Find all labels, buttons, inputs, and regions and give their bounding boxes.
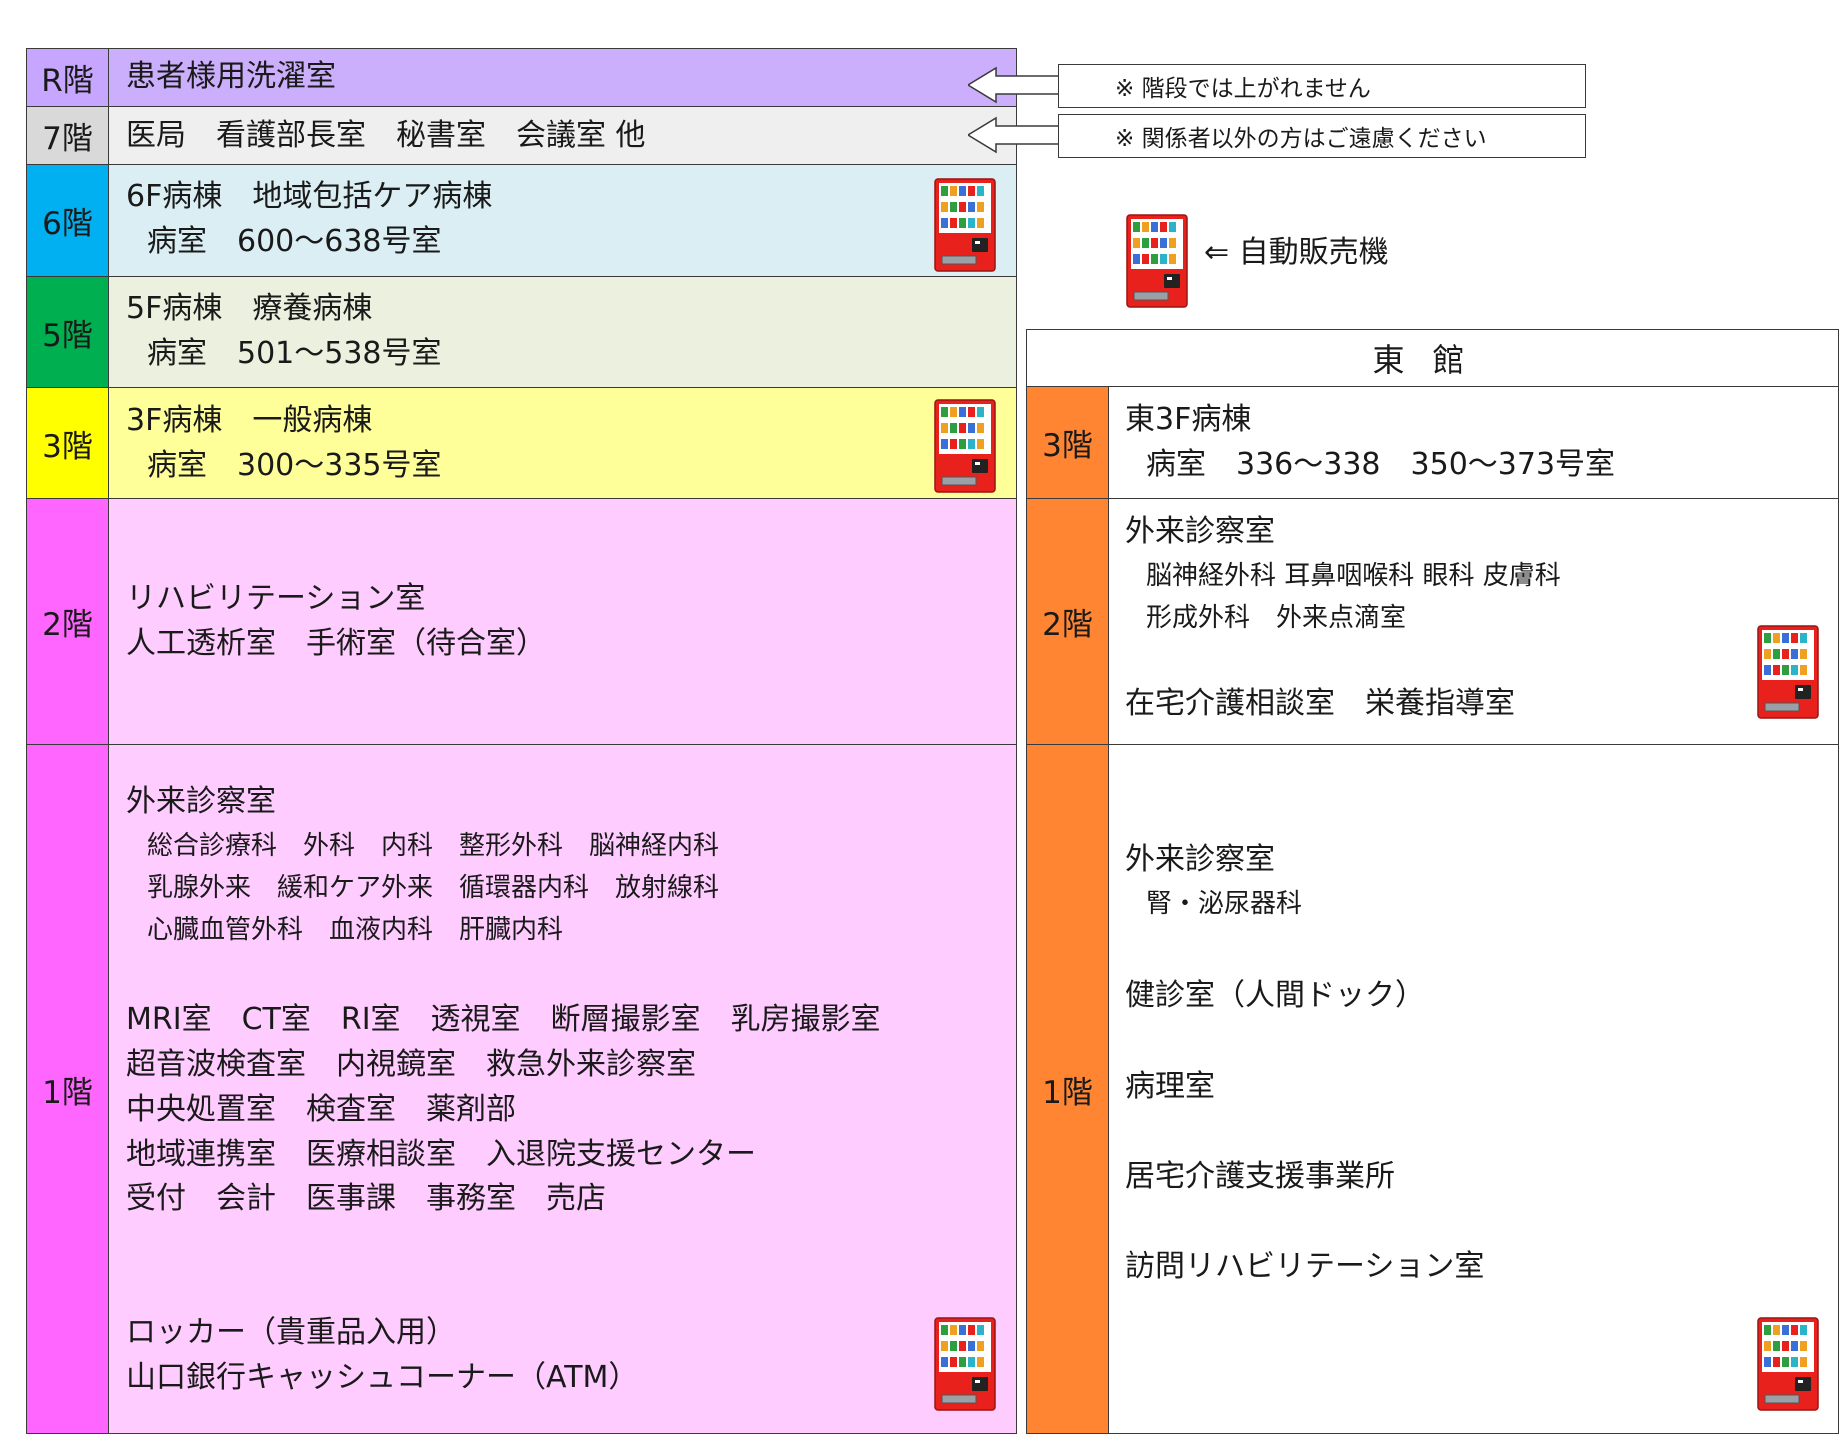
floor-label-1: 1階: [27, 745, 109, 1433]
room-text: 在宅介護相談室 栄養指導室: [1125, 686, 1515, 721]
room-text: 病理室: [1125, 1069, 1215, 1104]
room-text: 外来診察室: [1125, 514, 1275, 549]
dept-text: 心臓血管外科 血液内科 肝臓内科: [147, 915, 564, 945]
room-text: MRI室 CT室 RI室 透視室 断層撮影室 乳房撮影室: [126, 1002, 881, 1037]
east-building-title: 東館: [1026, 329, 1839, 387]
ward-rooms: 病室 501～538号室: [147, 336, 442, 371]
floor-content-1: 外来診察室 総合診療科 外科 内科 整形外科 脳神経内科 乳腺外来 緩和ケア外来…: [109, 745, 1016, 1433]
floor-label-6: 6階: [27, 165, 109, 276]
floor-content-5: 5F病棟 療養病棟 病室 501～538号室: [109, 277, 1016, 387]
room-text: 山口銀行キャッシュコーナー（ATM）: [126, 1360, 639, 1395]
ward-rooms: 病室 336～338 350～373号室: [1146, 447, 1616, 482]
east-floor-row-3: 3階 東3F病棟 病室 336～338 350～373号室: [1026, 386, 1839, 499]
vending-machine-icon: [1757, 625, 1819, 719]
dept-text: 乳腺外来 緩和ケア外来 循環器内科 放射線科: [147, 873, 720, 903]
room-text: 医局 看護部長室 秘書室 会議室 他: [126, 118, 646, 153]
floor-content-6: 6F病棟 地域包括ケア病棟 病室 600～638号室: [109, 165, 1016, 276]
floor-label-3: 3階: [27, 388, 109, 498]
floor-content-3: 3F病棟 一般病棟 病室 300～335号室: [109, 388, 1016, 498]
dept-text: 腎・泌尿器科: [1146, 889, 1303, 919]
room-text: 訪問リハビリテーション室: [1125, 1249, 1485, 1284]
east-floor-content-3: 東3F病棟 病室 336～338 350～373号室: [1109, 387, 1838, 498]
vending-machine-icon: [934, 1317, 996, 1411]
floor-label-2: 2階: [27, 499, 109, 744]
east-floor-label-3: 3階: [1027, 387, 1109, 498]
floor-row-1: 1階 外来診察室 総合診療科 外科 内科 整形外科 脳神経内科 乳腺外来 緩和ケ…: [26, 744, 1017, 1434]
ward-title: 東3F病棟: [1125, 402, 1252, 437]
ward-rooms: 病室 300～335号室: [147, 448, 442, 483]
note-staff-only: ※ 関係者以外の方はご遠慮ください: [1058, 114, 1586, 158]
ward-rooms: 病室 600～638号室: [147, 224, 442, 259]
floor-content-2: リハビリテーション室 人工透析室 手術室（待合室）: [109, 499, 1016, 744]
east-floor-label-1: 1階: [1027, 745, 1109, 1433]
floor-label-7: 7階: [27, 107, 109, 164]
room-text: 患者様用洗濯室: [126, 59, 336, 94]
room-text: 中央処置室 検査室 薬剤部: [126, 1092, 516, 1127]
arrow-left-icon: [968, 116, 1064, 154]
room-text: ロッカー（貴重品入用）: [126, 1315, 456, 1350]
east-floor-content-1: 外来診察室 腎・泌尿器科 健診室（人間ドック） 病理室 居宅介護支援事業所 訪問…: [1109, 745, 1838, 1433]
dept-text: 脳神経外科 耳鼻咽喉科 眼科 皮膚科: [1146, 561, 1561, 591]
ward-title: 5F病棟 療養病棟: [126, 291, 373, 326]
floor-content-R: 患者様用洗濯室: [109, 49, 1016, 106]
legend-vending-label: ⇐ 自動販売機: [1204, 235, 1389, 270]
east-floor-row-1: 1階 外来診察室 腎・泌尿器科 健診室（人間ドック） 病理室 居宅介護支援事業所…: [1026, 744, 1839, 1434]
east-floor-label-2: 2階: [1027, 499, 1109, 744]
floor-row-6: 6階 6F病棟 地域包括ケア病棟 病室 600～638号室: [26, 164, 1017, 277]
room-text: 居宅介護支援事業所: [1125, 1159, 1395, 1194]
vending-machine-icon: [1757, 1317, 1819, 1411]
east-floor-row-2: 2階 外来診察室 脳神経外科 耳鼻咽喉科 眼科 皮膚科 形成外科 外来点滴室 在…: [1026, 498, 1839, 745]
ward-title: 3F病棟 一般病棟: [126, 403, 373, 438]
floor-row-R: R階 患者様用洗濯室: [26, 48, 1017, 107]
floor-row-5: 5階 5F病棟 療養病棟 病室 501～538号室: [26, 276, 1017, 388]
floor-label-R: R階: [27, 49, 109, 106]
room-text: 外来診察室: [1125, 842, 1275, 877]
floor-row-3: 3階 3F病棟 一般病棟 病室 300～335号室: [26, 387, 1017, 499]
floor-row-2: 2階 リハビリテーション室 人工透析室 手術室（待合室）: [26, 498, 1017, 745]
note-stairs: ※ 階段では上がれません: [1058, 64, 1586, 108]
arrow-left-icon: [968, 66, 1064, 104]
vending-machine-icon: [1126, 214, 1188, 308]
vending-machine-icon: [934, 178, 996, 272]
room-text: 人工透析室 手術室（待合室）: [126, 626, 546, 661]
ward-title: 6F病棟 地域包括ケア病棟: [126, 179, 493, 214]
vending-machine-icon: [934, 399, 996, 493]
room-text: 地域連携室 医療相談室 入退院支援センター: [126, 1137, 756, 1172]
room-text: 健診室（人間ドック）: [1125, 978, 1425, 1013]
room-text: リハビリテーション室: [126, 581, 426, 616]
floor-row-7: 7階 医局 看護部長室 秘書室 会議室 他: [26, 106, 1017, 165]
east-floor-content-2: 外来診察室 脳神経外科 耳鼻咽喉科 眼科 皮膚科 形成外科 外来点滴室 在宅介護…: [1109, 499, 1838, 744]
floor-content-7: 医局 看護部長室 秘書室 会議室 他: [109, 107, 1016, 164]
room-text: 超音波検査室 内視鏡室 救急外来診察室: [126, 1047, 696, 1082]
room-text: 外来診察室: [126, 784, 276, 819]
floor-label-5: 5階: [27, 277, 109, 387]
dept-text: 総合診療科 外科 内科 整形外科 脳神経内科: [147, 831, 720, 861]
room-text: 受付 会計 医事課 事務室 売店: [126, 1181, 606, 1216]
dept-text: 形成外科 外来点滴室: [1146, 603, 1407, 633]
